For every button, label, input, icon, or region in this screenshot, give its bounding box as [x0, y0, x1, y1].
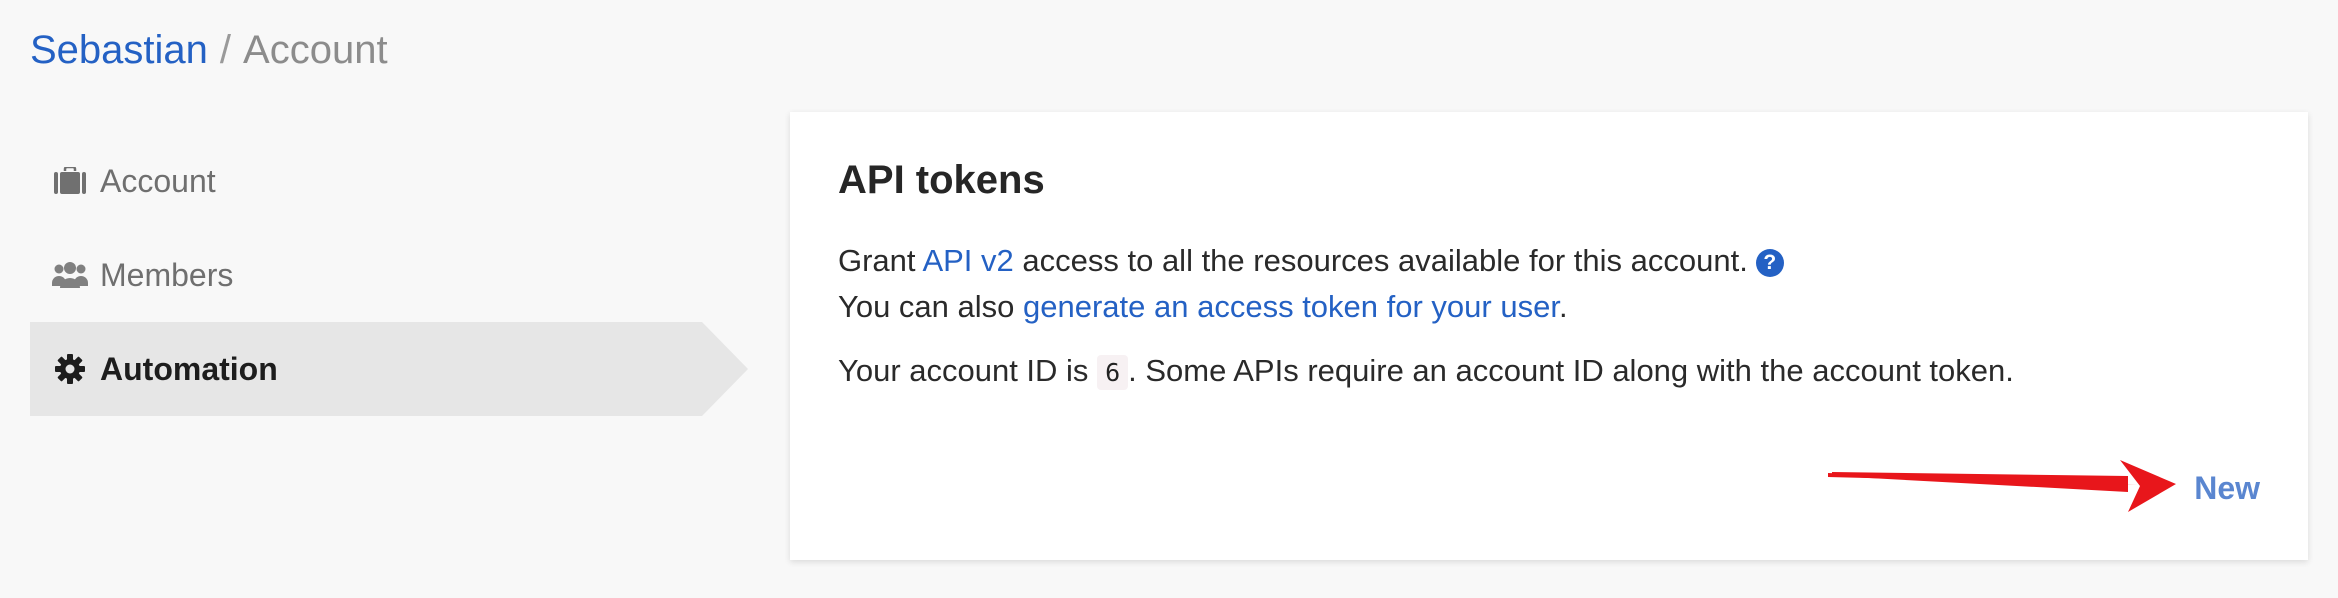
breadcrumb-current: Account — [243, 28, 388, 72]
breadcrumb-owner-link[interactable]: Sebastian — [30, 28, 208, 72]
account-id-suffix: . Some APIs require an account ID along … — [1128, 353, 2014, 388]
briefcase-icon — [52, 163, 88, 199]
account-id-description: Your account ID is 6. Some APIs require … — [838, 348, 2260, 396]
sidebar-item-label: Members — [100, 256, 234, 293]
sidebar-item-label: Account — [100, 162, 216, 199]
card-title: API tokens — [838, 158, 1045, 202]
api-v2-link[interactable]: API v2 — [922, 243, 1013, 278]
breadcrumb-separator: / — [219, 28, 232, 72]
sidebar-item-account[interactable]: Account — [30, 134, 750, 228]
sidebar-item-label: Automation — [100, 350, 278, 387]
sidebar: Account Members Automation — [30, 134, 750, 416]
grant-description: Grant API v2 access to all the resources… — [838, 238, 2260, 284]
grant-text-suffix: access to all the resources available fo… — [1013, 243, 1748, 278]
new-token-button[interactable]: New — [2194, 468, 2260, 508]
help-icon[interactable]: ? — [1755, 249, 1784, 277]
users-icon — [52, 257, 88, 293]
user-token-suffix: . — [1558, 289, 1568, 324]
user-token-description: You can also generate an access token fo… — [838, 284, 2260, 330]
account-id-prefix: Your account ID is — [838, 353, 1098, 388]
annotation-arrow-icon — [1828, 460, 2176, 512]
generate-user-token-link[interactable]: generate an access token for your user — [1023, 289, 1559, 324]
account-id-value: 6 — [1097, 355, 1129, 390]
breadcrumb: Sebastian / Account — [30, 22, 388, 78]
sidebar-item-members[interactable]: Members — [30, 228, 750, 322]
user-token-prefix: You can also — [838, 289, 1024, 324]
gear-icon — [52, 351, 88, 387]
grant-text-prefix: Grant — [838, 243, 923, 278]
sidebar-item-automation[interactable]: Automation — [30, 322, 748, 416]
